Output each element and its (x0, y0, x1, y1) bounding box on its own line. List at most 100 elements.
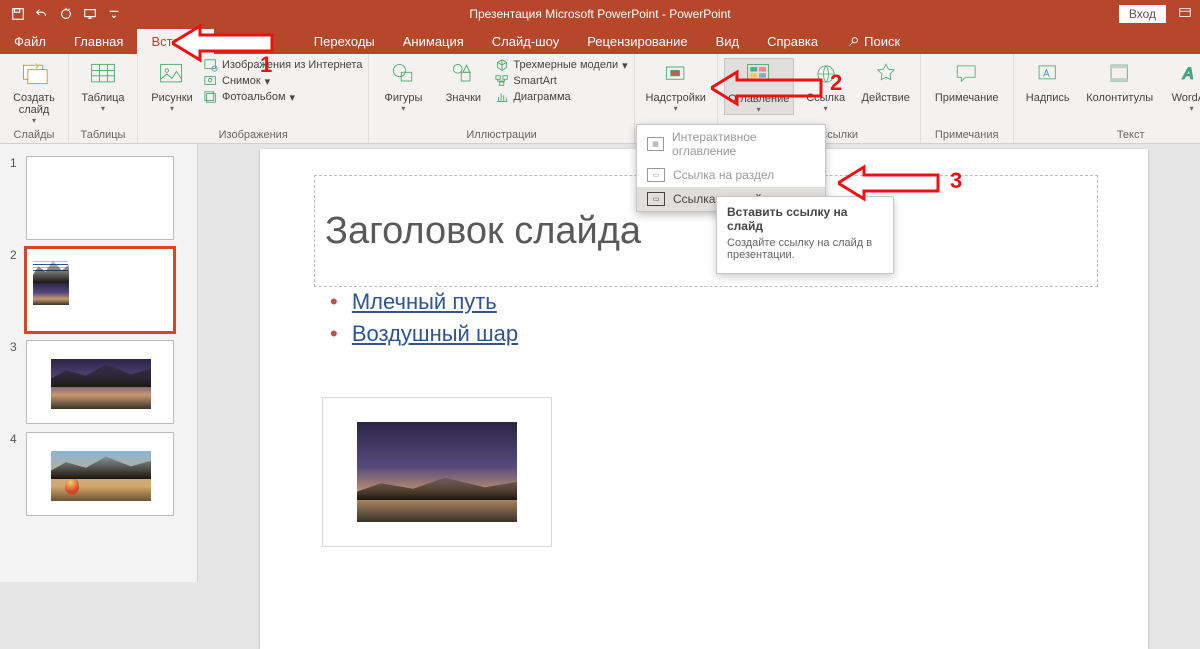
action-button[interactable]: Действие (858, 58, 914, 104)
3d-models-label: Трехмерные модели (513, 59, 618, 71)
online-pictures-label: Изображения из Интернета (222, 59, 362, 71)
headerfooter-button[interactable]: Колонтитулы (1080, 58, 1160, 104)
chart-label: Диаграмма (513, 91, 570, 103)
group-comments: Примечание Примечания (921, 54, 1014, 143)
tab-search-label: Поиск (864, 34, 900, 49)
addins-button[interactable]: Надстройки▾ (641, 58, 711, 113)
thumbnail-4[interactable]: 4 (0, 428, 197, 520)
online-pictures-button[interactable]: Изображения из Интернета (204, 58, 362, 72)
login-button[interactable]: Вход (1119, 5, 1166, 23)
tab-help[interactable]: Справка (753, 29, 832, 54)
dropdown-section-link: ▭ Ссылка на раздел (637, 163, 825, 187)
group-text-label: Текст (1020, 127, 1200, 141)
group-slides: Создать слайд ▾ Слайды (0, 54, 69, 143)
window-title: Презентация Microsoft PowerPoint - Power… (0, 7, 1200, 21)
shapes-button[interactable]: Фигуры▾ (375, 58, 431, 113)
image-placeholder[interactable] (322, 397, 552, 547)
comment-label: Примечание (935, 92, 999, 104)
ribbon-display-icon[interactable] (1178, 6, 1192, 23)
group-text: A Надпись Колонтитулы A WordArt▾ # Текст (1014, 54, 1200, 143)
wordart-button[interactable]: A WordArt▾ (1164, 58, 1200, 113)
landscape-image (357, 422, 517, 522)
bullet-link-1[interactable]: Млечный путь (352, 289, 497, 314)
textbox-label: Надпись (1026, 92, 1070, 104)
tab-file[interactable]: Файл (0, 29, 60, 54)
thumb-number: 3 (10, 340, 20, 354)
slide-thumbnails-panel: 1 2 —————————————— 3 4 (0, 144, 198, 582)
pictures-label: Рисунки (151, 92, 193, 104)
addins-label: Надстройки (646, 92, 706, 104)
title-bar: Презентация Microsoft PowerPoint - Power… (0, 0, 1200, 28)
new-slide-button[interactable]: Создать слайд ▾ (6, 58, 62, 125)
group-slides-label: Слайды (6, 127, 62, 141)
screenshot-label: Снимок (222, 75, 261, 87)
quick-access-toolbar (0, 6, 122, 22)
thumbnail-2[interactable]: 2 —————————————— (0, 244, 197, 336)
tab-transitions[interactable]: Переходы (214, 29, 389, 54)
tab-home[interactable]: Главная (60, 29, 137, 54)
dropdown-interactive-label: Интерактивное оглавление (672, 130, 815, 158)
grid-icon: ▦ (647, 137, 664, 151)
thumbnail-1[interactable]: 1 (0, 152, 197, 244)
group-comments-label: Примечания (927, 127, 1007, 141)
tooltip-title: Вставить ссылку на слайд (727, 205, 883, 233)
qat-more-icon[interactable] (106, 6, 122, 22)
group-illustrations-label: Иллюстрации (375, 127, 627, 141)
toc-label: Оглавление (728, 93, 789, 105)
link-label: Ссылка (806, 92, 845, 104)
dropdown-interactive-toc: ▦ Интерактивное оглавление (637, 125, 825, 163)
group-images-label: Изображения (144, 127, 362, 141)
redo-icon[interactable] (58, 6, 74, 22)
group-illustrations: Фигуры▾ Значки Трехмерные модели ▾ Smart… (369, 54, 634, 143)
section-link-icon: ▭ (647, 168, 665, 182)
tab-slideshow[interactable]: Слайд-шоу (478, 29, 573, 54)
photo-album-button[interactable]: Фотоальбом ▾ (204, 90, 362, 104)
screenshot-button[interactable]: Снимок ▾ (204, 74, 362, 88)
icons-label: Значки (446, 92, 481, 104)
start-slideshow-icon[interactable] (82, 6, 98, 22)
slide: Заголовок слайда Млечный путь Воздушный … (260, 149, 1148, 649)
chart-button[interactable]: Диаграмма (495, 90, 627, 104)
tooltip: Вставить ссылку на слайд Создайте ссылку… (716, 196, 894, 274)
pictures-button[interactable]: Рисунки▾ (144, 58, 200, 113)
comment-button[interactable]: Примечание (927, 58, 1007, 104)
link-button[interactable]: Ссылка▾ (798, 58, 854, 113)
icons-button[interactable]: Значки (435, 58, 491, 104)
tab-view[interactable]: Вид (702, 29, 754, 54)
svg-text:A: A (1181, 65, 1194, 83)
slide-title-text: Заголовок слайда (325, 210, 641, 253)
shapes-label: Фигуры (384, 92, 422, 104)
workspace: 1 2 —————————————— 3 4 Заголовок слайда … (0, 144, 1200, 582)
smartart-label: SmartArt (513, 75, 556, 87)
tab-search[interactable]: Поиск (832, 29, 914, 54)
content-placeholder[interactable]: Млечный путь Воздушный шар (330, 289, 518, 353)
ribbon-tabs: Файл Главная Вставка Переходы Анимация С… (0, 28, 1200, 54)
group-tables: Таблица▾ Таблицы (69, 54, 138, 143)
save-icon[interactable] (10, 6, 26, 22)
photo-album-label: Фотоальбом (222, 91, 286, 103)
textbox-button[interactable]: A Надпись (1020, 58, 1076, 104)
dropdown-section-label: Ссылка на раздел (673, 168, 774, 182)
thumb-number: 4 (10, 432, 20, 446)
tab-animation[interactable]: Анимация (389, 29, 478, 54)
table-button[interactable]: Таблица▾ (75, 58, 131, 113)
tooltip-body: Создайте ссылку на слайд в презентации. (727, 237, 872, 261)
table-label: Таблица (81, 92, 124, 104)
slide-link-icon: ▭ (647, 192, 665, 206)
group-tables-label: Таблицы (75, 127, 131, 141)
ribbon: Создать слайд ▾ Слайды Таблица▾ Таблицы … (0, 54, 1200, 144)
undo-icon[interactable] (34, 6, 50, 22)
tab-insert[interactable]: Вставка (137, 29, 213, 54)
new-slide-label: Создать слайд (6, 92, 62, 116)
thumb-number: 2 (10, 248, 20, 262)
thumb-number: 1 (10, 156, 20, 170)
bullet-link-2[interactable]: Воздушный шар (352, 321, 518, 346)
smartart-button[interactable]: SmartArt (495, 74, 627, 88)
thumbnail-3[interactable]: 3 (0, 336, 197, 428)
3d-models-button[interactable]: Трехмерные модели ▾ (495, 58, 627, 72)
headerfooter-label: Колонтитулы (1086, 92, 1153, 104)
toc-button[interactable]: Оглавление▾ (724, 58, 794, 115)
wordart-label: WordArt (1172, 92, 1200, 104)
tab-review[interactable]: Рецензирование (573, 29, 701, 54)
svg-text:A: A (1043, 68, 1050, 79)
